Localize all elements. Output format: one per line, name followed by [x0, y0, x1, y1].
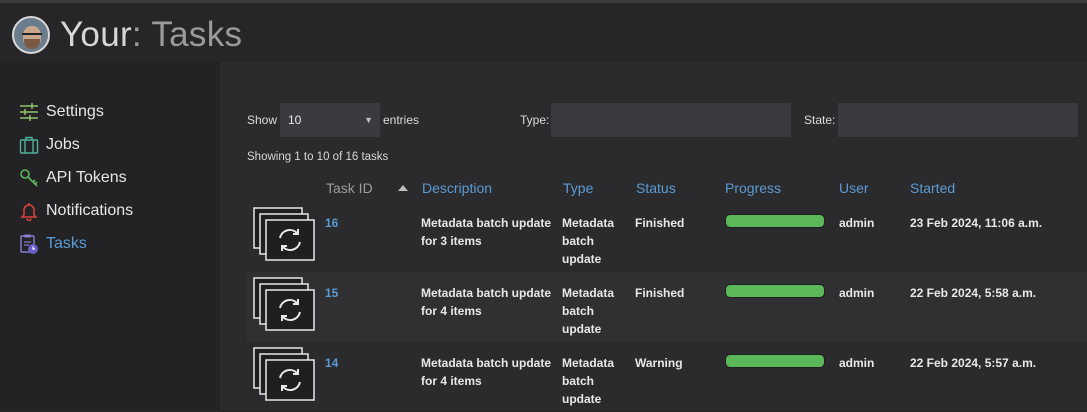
top-border [0, 0, 1087, 3]
task-type: Metadata batch update [562, 216, 615, 266]
task-user: admin [839, 286, 875, 300]
type-filter-input[interactable] [551, 103, 791, 137]
table-summary: Showing 1 to 10 of 16 tasks [247, 151, 389, 163]
task-started: 22 Feb 2024, 5:58 a.m. [910, 286, 1037, 300]
task-type: Metadata batch update [562, 286, 615, 336]
column-header-task-id[interactable]: Task ID [326, 180, 373, 196]
caret-down-icon: ▼ [364, 115, 373, 125]
table-row: 14 Metadata batch update for 4 items Meta… [247, 342, 1087, 412]
task-started: 23 Feb 2024, 11:06 a.m. [910, 216, 1043, 230]
page-size-select[interactable]: 10 ▼ [280, 103, 380, 137]
avatar[interactable] [12, 16, 50, 54]
sidebar-item-notifications[interactable]: Notifications [18, 198, 133, 224]
sliders-icon [18, 101, 40, 123]
task-description: Metadata batch update for 4 items [421, 356, 552, 388]
task-description: Metadata batch update for 4 items [421, 286, 552, 318]
task-status: Finished [635, 286, 685, 300]
column-header-user[interactable]: User [839, 180, 869, 196]
tasks-panel: Show 10 ▼ entries Type: State: Showing 1… [220, 62, 1087, 410]
sidebar-item-jobs[interactable]: Jobs [18, 132, 80, 158]
batch-refresh-icon [253, 207, 315, 261]
task-progress-bar [725, 284, 825, 298]
batch-refresh-icon [253, 277, 315, 331]
sidebar-item-api-tokens[interactable]: API Tokens [18, 165, 127, 191]
type-filter-label: Type: [520, 113, 550, 127]
sidebar-item-tasks[interactable]: Tasks [18, 231, 87, 257]
task-status: Warning [635, 356, 683, 370]
state-filter-input[interactable] [838, 103, 1078, 137]
task-progress-bar [725, 214, 825, 228]
column-header-started[interactable]: Started [910, 180, 955, 196]
sort-ascending-icon[interactable] [398, 185, 408, 191]
task-type: Metadata batch update [562, 356, 615, 406]
show-label: Show [247, 113, 278, 127]
entries-label: entries [383, 113, 420, 127]
key-icon [18, 167, 40, 189]
task-user: admin [839, 356, 875, 370]
page-title: Your: Tasks [60, 15, 243, 54]
task-user: admin [839, 216, 875, 230]
task-id-link[interactable]: 16 [325, 214, 338, 232]
column-header-progress[interactable]: Progress [725, 180, 781, 196]
task-id-link[interactable]: 14 [325, 354, 338, 372]
task-description: Metadata batch update for 3 items [421, 216, 552, 248]
column-header-type[interactable]: Type [563, 180, 593, 196]
sidebar: Settings Jobs API Tokens Notifications T… [0, 62, 220, 410]
column-header-description[interactable]: Description [422, 180, 492, 196]
task-status: Finished [635, 216, 685, 230]
task-started: 22 Feb 2024, 5:57 a.m. [910, 356, 1037, 370]
batch-refresh-icon [253, 347, 315, 401]
briefcase-icon [18, 134, 40, 156]
sidebar-item-settings[interactable]: Settings [18, 99, 104, 125]
table-row: 16 Metadata batch update for 3 items Meta… [247, 202, 1087, 272]
task-id-link[interactable]: 15 [325, 284, 338, 302]
state-filter-label: State: [804, 113, 836, 127]
column-header-status[interactable]: Status [636, 180, 676, 196]
task-progress-bar [725, 354, 825, 368]
page-header: Your: Tasks [12, 14, 242, 56]
table-row: 15 Metadata batch update for 4 items Meta… [247, 272, 1087, 342]
bell-icon [18, 200, 40, 222]
clipboard-clock-icon [18, 233, 40, 255]
